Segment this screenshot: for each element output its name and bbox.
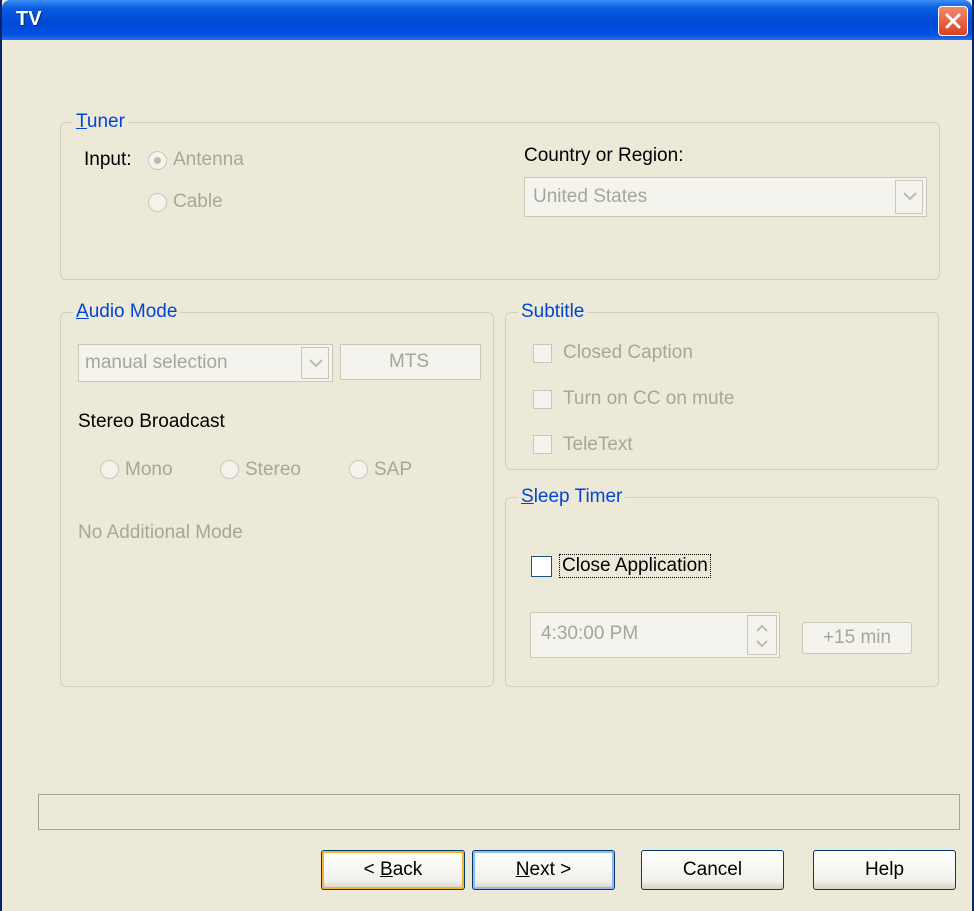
sleep-time-value: 4:30:00 PM (541, 623, 639, 644)
subtitle-legend: Subtitle (518, 301, 588, 323)
cable-label: Cable (173, 191, 223, 212)
plus-15-min-label: +15 min (822, 627, 892, 648)
next-button[interactable]: Next > (472, 850, 615, 890)
window-title: TV (16, 8, 42, 30)
sleep-timer-group: Sleep Timer (505, 486, 939, 687)
status-bar (38, 794, 960, 830)
close-application-label[interactable]: Close Application (559, 554, 711, 578)
stereo-broadcast-heading: Stereo Broadcast (78, 411, 225, 432)
antenna-radio[interactable] (148, 151, 167, 170)
antenna-label: Antenna (173, 149, 244, 170)
mono-label: Mono (125, 459, 173, 480)
teletext-checkbox[interactable] (533, 435, 552, 454)
stereo-radio[interactable] (220, 460, 239, 479)
country-dropdown-button[interactable] (895, 180, 923, 214)
time-spinner[interactable] (747, 615, 777, 655)
cc-on-mute-label: Turn on CC on mute (563, 388, 735, 409)
teletext-label: TeleText (563, 434, 633, 455)
plus-15-min-button[interactable]: +15 min (802, 622, 912, 654)
additional-mode-text: No Additional Mode (78, 522, 243, 543)
audio-mode-dropdown-button[interactable] (301, 347, 329, 379)
cable-radio[interactable] (148, 193, 167, 212)
cancel-button[interactable]: Cancel (641, 850, 784, 890)
sleep-time-field[interactable]: 4:30:00 PM (530, 612, 780, 658)
audio-mode-value: manual selection (85, 352, 228, 373)
close-application-checkbox[interactable] (531, 556, 552, 577)
tuner-legend: Tuner (73, 111, 128, 133)
country-label: Country or Region: (524, 145, 684, 166)
mts-label: MTS (389, 351, 430, 372)
country-select[interactable]: United States (524, 177, 927, 217)
chevron-down-icon (309, 359, 323, 368)
closed-caption-label: Closed Caption (563, 342, 693, 363)
input-label: Input: (84, 149, 132, 170)
mts-box: MTS (340, 344, 481, 380)
sleep-timer-legend: Sleep Timer (518, 486, 626, 508)
tv-dialog: TV Tuner Input: Antenna Cable Country or… (0, 0, 974, 911)
closed-caption-checkbox[interactable] (533, 344, 552, 363)
title-bar[interactable]: TV (2, 0, 972, 40)
back-button[interactable]: < Back (321, 850, 465, 890)
audio-mode-select[interactable]: manual selection (78, 344, 333, 382)
mono-radio[interactable] (100, 460, 119, 479)
sap-radio[interactable] (349, 460, 368, 479)
help-button[interactable]: Help (813, 850, 956, 890)
close-button[interactable] (938, 6, 968, 36)
spinner-arrows-icon (756, 624, 768, 648)
sap-label: SAP (374, 459, 413, 480)
chevron-down-icon (903, 192, 917, 201)
close-icon (945, 13, 961, 29)
country-value: United States (533, 186, 648, 207)
cc-on-mute-checkbox[interactable] (533, 390, 552, 409)
audio-mode-legend: Audio Mode (73, 301, 181, 323)
stereo-label: Stereo (245, 459, 301, 480)
